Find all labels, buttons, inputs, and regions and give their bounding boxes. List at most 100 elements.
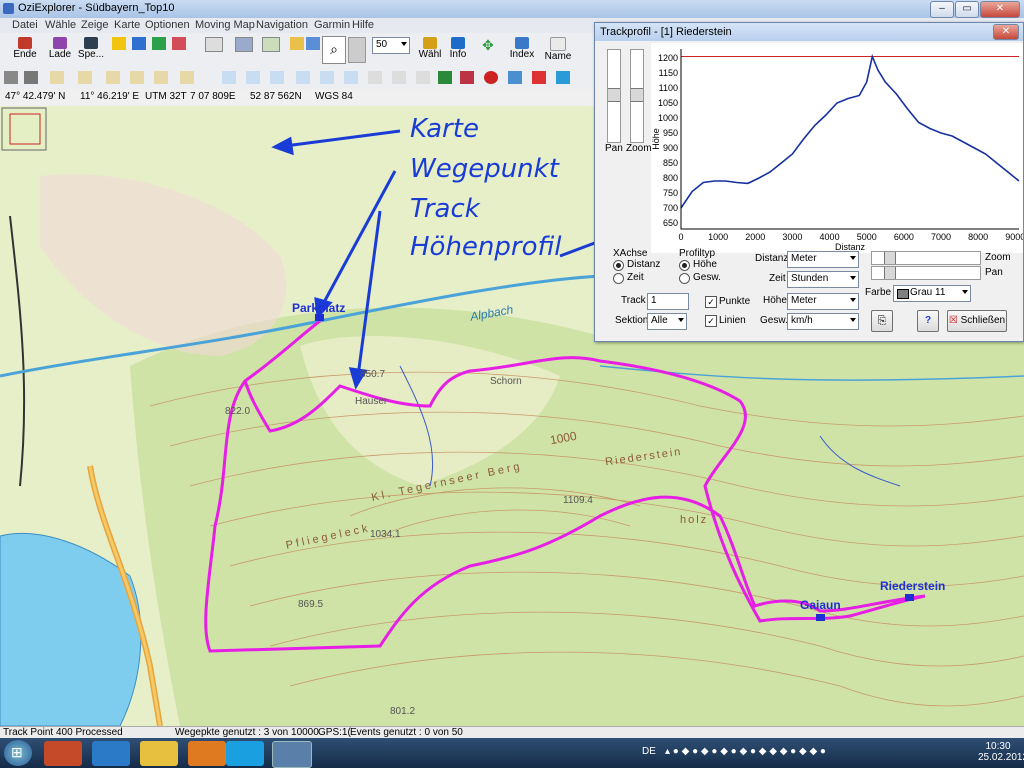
index-icon xyxy=(515,37,529,49)
sektion-select[interactable]: Alle xyxy=(647,313,687,330)
magnifier-icon: ⌕ xyxy=(330,41,338,57)
close-button[interactable]: ✕ xyxy=(980,1,1020,18)
zoom-25-icon[interactable] xyxy=(180,71,194,84)
start-button[interactable]: ⊞ xyxy=(4,740,32,766)
waehl-button[interactable]: Wähl xyxy=(416,35,444,60)
tool-icon[interactable] xyxy=(416,71,430,84)
show-icon[interactable] xyxy=(205,37,223,52)
zoom-tool-button[interactable]: ⌕ xyxy=(322,36,346,64)
profiltyp-hoehe-radio[interactable] xyxy=(679,260,690,271)
gps-icon[interactable] xyxy=(296,71,310,84)
zoom-200-icon[interactable] xyxy=(78,71,92,84)
map-icon[interactable] xyxy=(262,37,280,52)
maximize-button[interactable]: ▭ xyxy=(955,1,979,18)
menu-zeige[interactable]: Zeige xyxy=(81,19,109,31)
menu-navigation[interactable]: Navigation xyxy=(256,19,308,31)
zoom-100-icon[interactable] xyxy=(106,71,120,84)
gps-icon[interactable] xyxy=(320,71,334,84)
gps-icon[interactable] xyxy=(222,71,236,84)
stop-icon[interactable] xyxy=(484,71,498,84)
waypoint-riederstein[interactable] xyxy=(905,594,914,601)
zoom-50-icon[interactable] xyxy=(130,71,144,84)
zoom-slider-thumb[interactable] xyxy=(631,88,643,102)
gesw-unit-select[interactable]: km/h xyxy=(787,313,859,330)
menu-karte[interactable]: Karte xyxy=(114,19,140,31)
linien-checkbox[interactable]: ✓ xyxy=(705,315,717,327)
grid-alt-icon[interactable] xyxy=(306,37,320,50)
language-indicator[interactable]: DE xyxy=(642,746,656,757)
profiltyp-gesw-label: Gesw. xyxy=(693,272,721,283)
help-button[interactable]: ? xyxy=(917,310,939,332)
zoom-level-select[interactable]: 50 xyxy=(372,37,410,54)
profiltyp-gesw-radio[interactable] xyxy=(679,273,690,284)
schliessen-button[interactable]: ☒ Schließen xyxy=(947,310,1007,332)
speichern-button[interactable]: Spe... xyxy=(76,35,106,60)
tool-icon[interactable] xyxy=(4,71,18,84)
info-button[interactable]: Info xyxy=(446,35,470,60)
xachse-distanz-radio[interactable] xyxy=(613,260,624,271)
zoom-horizontal-slider[interactable] xyxy=(871,251,981,265)
gps-icon[interactable] xyxy=(246,71,260,84)
chart-icon[interactable] xyxy=(532,71,546,84)
waypoint-parkplatz[interactable] xyxy=(315,314,324,321)
taskbar-ozi-icon[interactable] xyxy=(272,741,312,768)
tray-icons[interactable]: ▴ ● ◆ ● ◆ ● ◆ ● ◆ ● ◆ ◆ ◆ ● ◆ ◆ ● xyxy=(665,746,826,757)
waypoint-gaiaun[interactable] xyxy=(816,614,825,621)
menu-datei[interactable]: Datei xyxy=(12,19,38,31)
grid-icon[interactable] xyxy=(290,37,304,50)
gps-icon[interactable] xyxy=(270,71,284,84)
zeit-unit-select[interactable]: Stunden xyxy=(787,271,859,288)
close-x-icon: ☒ xyxy=(948,315,958,326)
taskbar-firefox-icon[interactable] xyxy=(188,741,226,766)
zoom-scroll-icon[interactable] xyxy=(348,37,366,63)
ende-button[interactable]: Ende xyxy=(10,35,40,60)
status-gps: GPS:1( xyxy=(318,727,351,738)
y-axis-label: Höhe xyxy=(651,128,661,150)
nmea-icon[interactable] xyxy=(368,71,382,84)
track-icon[interactable] xyxy=(152,37,166,50)
name-button[interactable]: Name xyxy=(542,35,574,62)
distanz-unit-select[interactable]: Meter xyxy=(787,251,859,268)
xachse-zeit-radio[interactable] xyxy=(613,273,624,284)
antenna-icon[interactable] xyxy=(556,71,570,84)
punkte-checkbox[interactable]: ✓ xyxy=(705,296,717,308)
pan-slider-thumb[interactable] xyxy=(608,88,620,102)
hoehe-unit-select[interactable]: Meter xyxy=(787,293,859,310)
export-button[interactable]: ⎘ xyxy=(871,310,893,332)
menu-moving-map[interactable]: Moving Map xyxy=(195,19,255,31)
pan-arrows-button[interactable]: ✥ xyxy=(474,37,502,61)
zoom-full-icon[interactable] xyxy=(154,71,168,84)
waypoint-edit-icon[interactable] xyxy=(132,37,146,50)
tool-icon[interactable] xyxy=(508,71,522,84)
tool-icon[interactable] xyxy=(438,71,452,84)
tool-icon[interactable] xyxy=(460,71,474,84)
menu-optionen[interactable]: Optionen xyxy=(145,19,190,31)
tool-icon[interactable] xyxy=(24,71,38,84)
dialog-close-button[interactable]: ✕ xyxy=(993,24,1019,40)
track-add-icon[interactable] xyxy=(172,37,186,50)
menu-waehle[interactable]: Wähle xyxy=(45,19,76,31)
minimize-button[interactable]: – xyxy=(930,1,954,18)
menu-garmin[interactable]: Garmin xyxy=(314,19,350,31)
farbe-select[interactable]: Grau 11 xyxy=(893,285,971,302)
taskbar-skype-icon[interactable] xyxy=(226,741,264,766)
pan-horizontal-slider[interactable] xyxy=(871,266,981,280)
zoom-200-icon[interactable] xyxy=(50,71,64,84)
pan-vertical-slider[interactable] xyxy=(607,49,621,143)
taskbar-outlook-icon[interactable] xyxy=(92,741,130,766)
index-button[interactable]: Index xyxy=(508,35,536,60)
xachse-zeit-label: Zeit xyxy=(627,272,644,283)
gps-icon[interactable] xyxy=(344,71,358,84)
track-number-field[interactable]: 1 xyxy=(647,293,689,310)
show-alt-icon[interactable] xyxy=(235,37,253,52)
zoom-h-thumb[interactable] xyxy=(884,252,896,264)
zoom-vertical-slider[interactable] xyxy=(630,49,644,143)
waypoint-icon[interactable] xyxy=(112,37,126,50)
taskbar-explorer-icon[interactable] xyxy=(140,741,178,766)
mm-icon[interactable] xyxy=(392,71,406,84)
menu-hilfe[interactable]: Hilfe xyxy=(352,19,374,31)
pan-h-thumb[interactable] xyxy=(884,267,896,279)
taskbar-media-player-icon[interactable] xyxy=(44,741,82,766)
lade-button[interactable]: Lade xyxy=(45,35,75,60)
taskbar-clock[interactable]: 10:30 25.02.2012 xyxy=(978,741,1024,763)
